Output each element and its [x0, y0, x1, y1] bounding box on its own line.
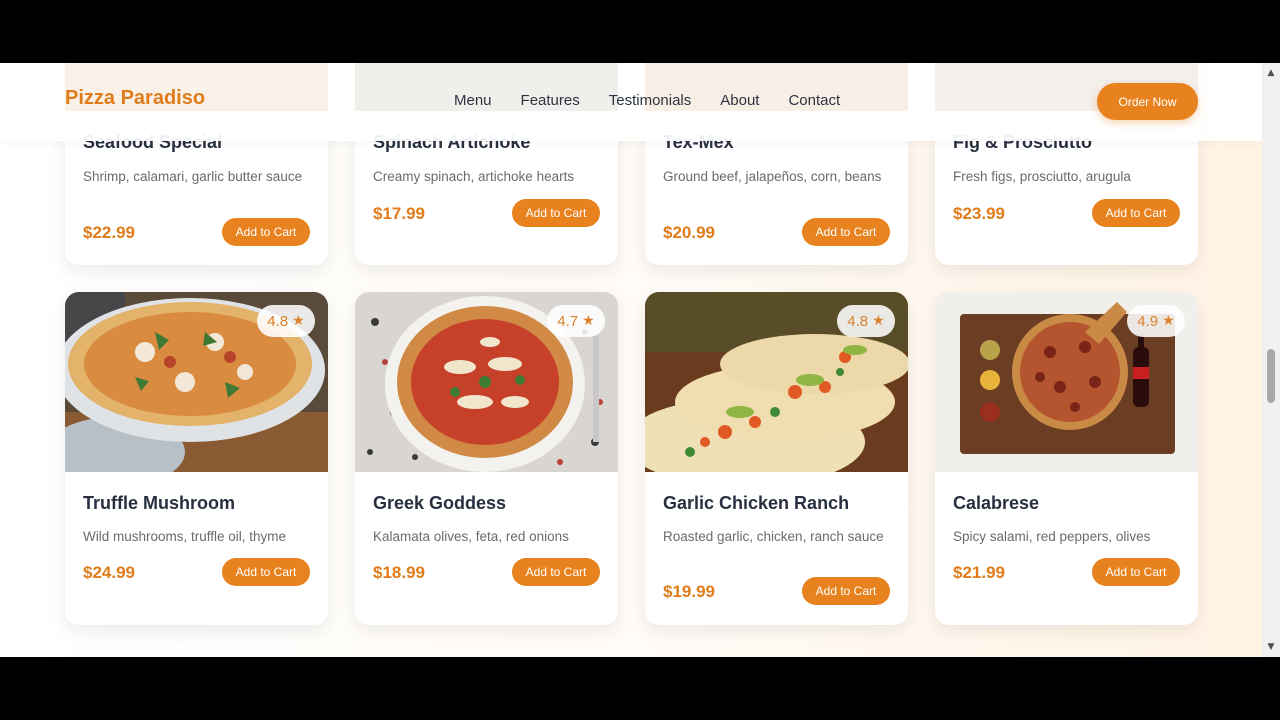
rating-value: 4.8: [267, 312, 289, 330]
brand-logo[interactable]: Pizza Paradiso: [65, 87, 205, 110]
rating-badge: 4.7 ★: [547, 305, 605, 337]
page: Pizza Paradiso Menu Features Testimonial…: [0, 63, 1262, 657]
rating-value: 4.8: [847, 312, 869, 330]
rating-value: 4.7: [557, 312, 579, 330]
add-to-cart-button[interactable]: Add to Cart: [512, 199, 600, 227]
card-description: Creamy spinach, artichoke hearts: [373, 169, 575, 184]
nav-links: Menu Features Testimonials About Contact: [454, 92, 840, 109]
card-price: $17.99: [373, 204, 425, 223]
browser-viewport: Pizza Paradiso Menu Features Testimonial…: [0, 63, 1280, 657]
card-description: Kalamata olives, feta, red onions: [373, 529, 569, 544]
card-title: Truffle Mushroom: [83, 493, 235, 513]
card-price: $18.99: [373, 563, 425, 582]
card-price: $24.99: [83, 563, 135, 582]
card-title: Garlic Chicken Ranch: [663, 493, 850, 513]
nav-link-about[interactable]: About: [720, 92, 759, 109]
card-price: $23.99: [953, 204, 1005, 223]
add-to-cart-button[interactable]: Add to Cart: [222, 218, 310, 246]
menu-card: 4.8 ★ Truffle Mushroom Wild mushrooms, t…: [65, 292, 328, 625]
menu-card: 4.9 ★ Calabrese Spicy salami, red pepper…: [935, 292, 1198, 625]
star-icon: ★: [1162, 313, 1175, 329]
add-to-cart-button[interactable]: Add to Cart: [222, 558, 310, 586]
star-icon: ★: [582, 313, 595, 329]
star-icon: ★: [292, 313, 305, 329]
card-price: $22.99: [83, 223, 135, 242]
nav-link-menu[interactable]: Menu: [454, 92, 492, 109]
card-price: $19.99: [663, 582, 715, 601]
card-title: Greek Goddess: [373, 493, 507, 513]
card-description: Fresh figs, prosciutto, arugula: [953, 169, 1131, 184]
vertical-scrollbar[interactable]: ▲ ▼: [1262, 63, 1280, 657]
add-to-cart-button[interactable]: Add to Cart: [1092, 199, 1180, 227]
rating-value: 4.9: [1137, 312, 1159, 330]
menu-card: 4.8 ★ Garlic Chicken Ranch Roasted garli…: [645, 292, 908, 625]
scrollbar-thumb[interactable]: [1267, 349, 1275, 403]
card-description: Ground beef, jalapeños, corn, beans: [663, 169, 882, 184]
arrow-down-icon[interactable]: ▼: [1262, 639, 1280, 655]
card-price: $20.99: [663, 223, 715, 242]
rating-badge: 4.8 ★: [837, 305, 895, 337]
navbar: Pizza Paradiso Menu Features Testimonial…: [0, 63, 1262, 141]
nav-link-features[interactable]: Features: [521, 92, 580, 109]
card-description: Spicy salami, red peppers, olives: [953, 529, 1151, 544]
add-to-cart-button[interactable]: Add to Cart: [512, 558, 600, 586]
star-icon: ★: [872, 313, 885, 329]
nav-link-testimonials[interactable]: Testimonials: [609, 92, 692, 109]
card-description: Roasted garlic, chicken, ranch sauce: [663, 529, 884, 544]
order-now-button[interactable]: Order Now: [1097, 83, 1198, 120]
add-to-cart-button[interactable]: Add to Cart: [802, 218, 890, 246]
card-title: Calabrese: [953, 493, 1040, 513]
card-description: Wild mushrooms, truffle oil, thyme: [83, 529, 287, 544]
card-description: Shrimp, calamari, garlic butter sauce: [83, 169, 303, 184]
add-to-cart-button[interactable]: Add to Cart: [802, 577, 890, 605]
rating-badge: 4.9 ★: [1127, 305, 1185, 337]
rating-badge: 4.8 ★: [257, 305, 315, 337]
nav-link-contact[interactable]: Contact: [788, 92, 840, 109]
menu-card: 4.7 ★ Greek Goddess Kalamata olives, fet…: [355, 292, 618, 625]
add-to-cart-button[interactable]: Add to Cart: [1092, 558, 1180, 586]
arrow-up-icon[interactable]: ▲: [1262, 65, 1280, 81]
card-price: $21.99: [953, 563, 1005, 582]
